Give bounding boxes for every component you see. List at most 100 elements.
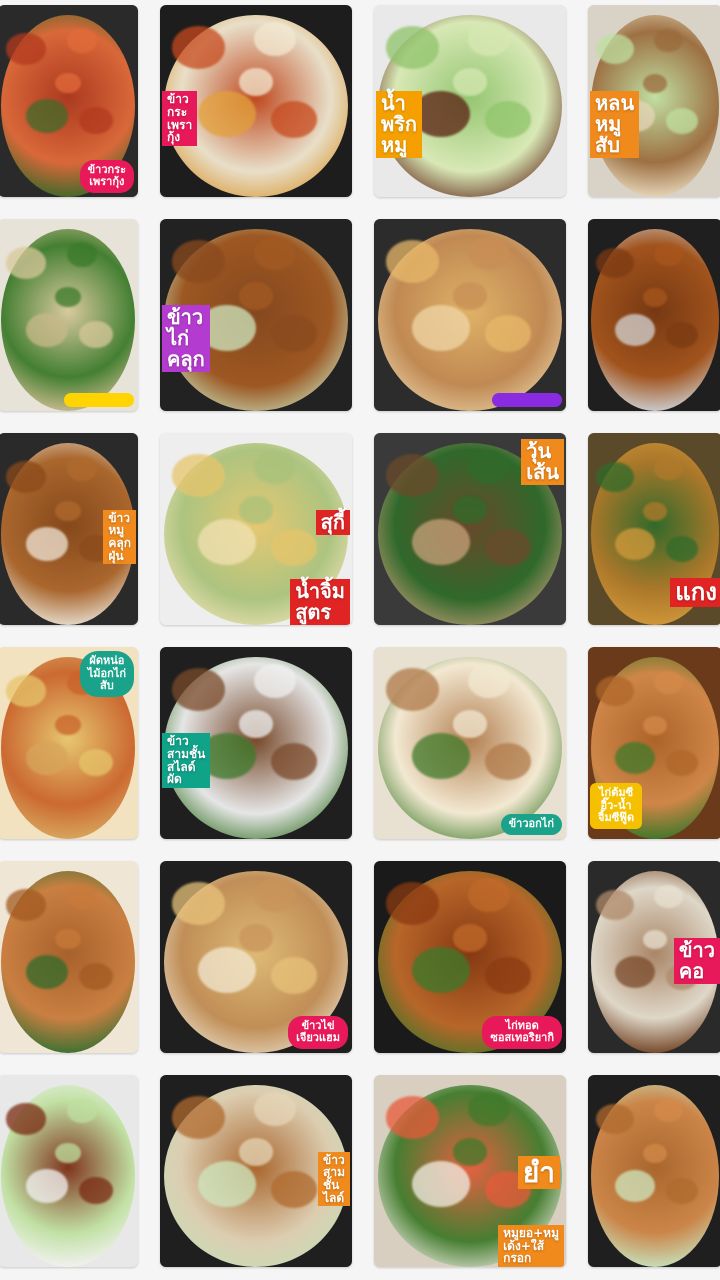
- photo-grid: ข้าวกระ เพรากุ้ง ข้าว กระ เพรา กุ้ง น้ำ พร…: [0, 0, 720, 1280]
- tile-pork-dip[interactable]: หลน หมู สับ: [588, 5, 720, 197]
- food-piece: [79, 963, 113, 991]
- food-piece: [79, 749, 113, 777]
- tile-garlic-pork[interactable]: ไก่ทอด ซอสเทอริยากิ: [374, 861, 566, 1053]
- menu-label: สุกี้: [315, 509, 350, 535]
- menu-label: วุ้น เส้น: [521, 439, 564, 485]
- food-piece: [66, 242, 98, 267]
- food-piece: [653, 242, 684, 267]
- food-piece: [238, 1138, 274, 1166]
- tile-egg-soup[interactable]: [0, 219, 138, 411]
- tile-braised-chicken[interactable]: ไก่ต้มซี อิ๊ว-น้ำ จิ้มซีฟู๊ด: [588, 647, 720, 839]
- food-piece: [485, 101, 532, 138]
- food-piece: [614, 314, 655, 347]
- food-piece: [385, 882, 440, 926]
- tile-crispy-pork-veg[interactable]: [0, 1075, 138, 1267]
- food-piece: [452, 282, 488, 310]
- menu-label-text: ข้าว หมู คลุก ฝุ่น: [103, 509, 136, 565]
- food-piece: [79, 1177, 113, 1205]
- food-piece: [271, 529, 318, 566]
- menu-label: ข้าว คอ: [673, 937, 720, 984]
- food-piece: [642, 287, 668, 307]
- tile-suki[interactable]: สุกี้น้ำจิ้ม สูตร: [160, 433, 352, 625]
- tile-minced-egg[interactable]: ข้าวอกไก่: [374, 647, 566, 839]
- food-piece: [596, 890, 634, 921]
- tile-fried-pork[interactable]: [588, 219, 720, 411]
- food-piece: [171, 882, 226, 926]
- menu-sticker: ข้าวไข่ เจียวแฮม: [288, 1015, 348, 1049]
- menu-label: ข้าว กระ เพรา กุ้ง: [162, 91, 198, 146]
- menu-label-text: วุ้น เส้น: [521, 439, 564, 485]
- menu-label: ข้าว สาม ชั้น ไลด์: [318, 1151, 350, 1207]
- food-piece: [485, 529, 532, 566]
- food-piece: [238, 282, 274, 310]
- food-piece: [485, 743, 532, 780]
- tile-omelet-rice[interactable]: [374, 219, 566, 411]
- menu-sticker: ผัดหน่อ ไม้อกไก่ สับ: [79, 651, 134, 697]
- tile-chili-paste[interactable]: น้ำ พริก หมู: [374, 5, 566, 197]
- tile-crispy-pork-rice[interactable]: ข้าว สาม ชั้น ไลด์: [160, 1075, 352, 1267]
- menu-label-text: หลน หมู สับ: [590, 91, 640, 159]
- food-piece: [26, 955, 68, 989]
- food-piece: [452, 710, 488, 738]
- food-piece: [66, 28, 98, 53]
- tile-omelet-rice-2[interactable]: ข้าวไข่ เจียวแฮม: [160, 861, 352, 1053]
- menu-label: ข้าว สามชั้น สไลด์ ผัด: [162, 733, 211, 788]
- food-piece: [55, 1143, 81, 1164]
- tile-yum-salad[interactable]: ยำหมูยอ+หมู เด้ง+ใส้ กรอก: [374, 1075, 566, 1267]
- food-piece: [614, 528, 655, 561]
- food-piece: [385, 668, 440, 712]
- menu-label: น้ำจิ้ม สูตร: [290, 579, 350, 625]
- food-piece: [385, 454, 440, 498]
- food-piece: [254, 236, 297, 271]
- food-piece: [254, 878, 297, 913]
- menu-label: ข้าว ไก่ คลุก: [162, 305, 210, 373]
- food-piece: [254, 22, 297, 57]
- food-piece: [468, 22, 511, 57]
- menu-label-text: สุกี้: [315, 509, 350, 535]
- tile-crispy-chicken-rice[interactable]: ข้าว ไก่ คลุก: [160, 219, 352, 411]
- tile-curry-veg[interactable]: แกง: [588, 433, 720, 625]
- menu-label: แกง: [670, 577, 720, 607]
- food-piece: [271, 101, 318, 138]
- menu-label-text: ข้าว สาม ชั้น ไลด์: [318, 1151, 350, 1207]
- food-piece: [271, 315, 318, 352]
- food-piece: [385, 1096, 440, 1140]
- food-piece: [55, 501, 81, 522]
- menu-label-text: ยำ: [517, 1155, 560, 1190]
- food-piece: [6, 461, 46, 493]
- menu-label: ข้าว หมู คลุก ฝุ่น: [103, 509, 136, 565]
- food-piece: [665, 107, 698, 134]
- tile-shrimp-basil[interactable]: ข้าวกระ เพรากุ้ง: [0, 5, 138, 197]
- tile-pork-rice[interactable]: ข้าว คอ: [588, 861, 720, 1053]
- menu-label-text: ข้าว สามชั้น สไลด์ ผัด: [162, 733, 211, 788]
- food-piece: [66, 456, 98, 481]
- food-piece: [596, 676, 634, 707]
- food-piece: [254, 1092, 297, 1127]
- food-piece: [614, 1170, 655, 1203]
- food-piece: [6, 1103, 46, 1135]
- food-piece: [66, 1098, 98, 1123]
- food-piece: [6, 33, 46, 65]
- tile-chicken-leg[interactable]: [0, 861, 138, 1053]
- tile-papaya-salad[interactable]: ผัดหน่อ ไม้อกไก่ สับ: [0, 647, 138, 839]
- tile-larb[interactable]: วุ้น เส้น: [374, 433, 566, 625]
- food-piece: [614, 956, 655, 989]
- tile-pork-stir-fry[interactable]: ข้าว สามชั้น สไลด์ ผัด: [160, 647, 352, 839]
- tile-shrimp-egg[interactable]: ข้าว กระ เพรา กุ้ง: [160, 5, 352, 197]
- food-piece: [665, 1177, 698, 1204]
- food-piece: [614, 742, 655, 775]
- food-piece: [452, 924, 488, 952]
- food-piece: [653, 456, 684, 481]
- menu-label: หมูยอ+หมู เด้ง+ใส้ กรอก: [498, 1225, 564, 1267]
- food-piece: [79, 107, 113, 135]
- food-piece: [665, 535, 698, 562]
- food-piece: [385, 26, 440, 70]
- tile-crispy-chicken[interactable]: [588, 1075, 720, 1267]
- food-piece: [271, 743, 318, 780]
- menu-sticker: ไก่ทอด ซอสเทอริยากิ: [482, 1015, 562, 1049]
- food-piece: [452, 1138, 488, 1166]
- food-piece: [6, 675, 46, 707]
- menu-sticker: ไก่ต้มซี อิ๊ว-น้ำ จิ้มซีฟู๊ด: [590, 783, 643, 829]
- tile-fried-pork-rice[interactable]: ข้าว หมู คลุก ฝุ่น: [0, 433, 138, 625]
- food-piece: [642, 501, 668, 521]
